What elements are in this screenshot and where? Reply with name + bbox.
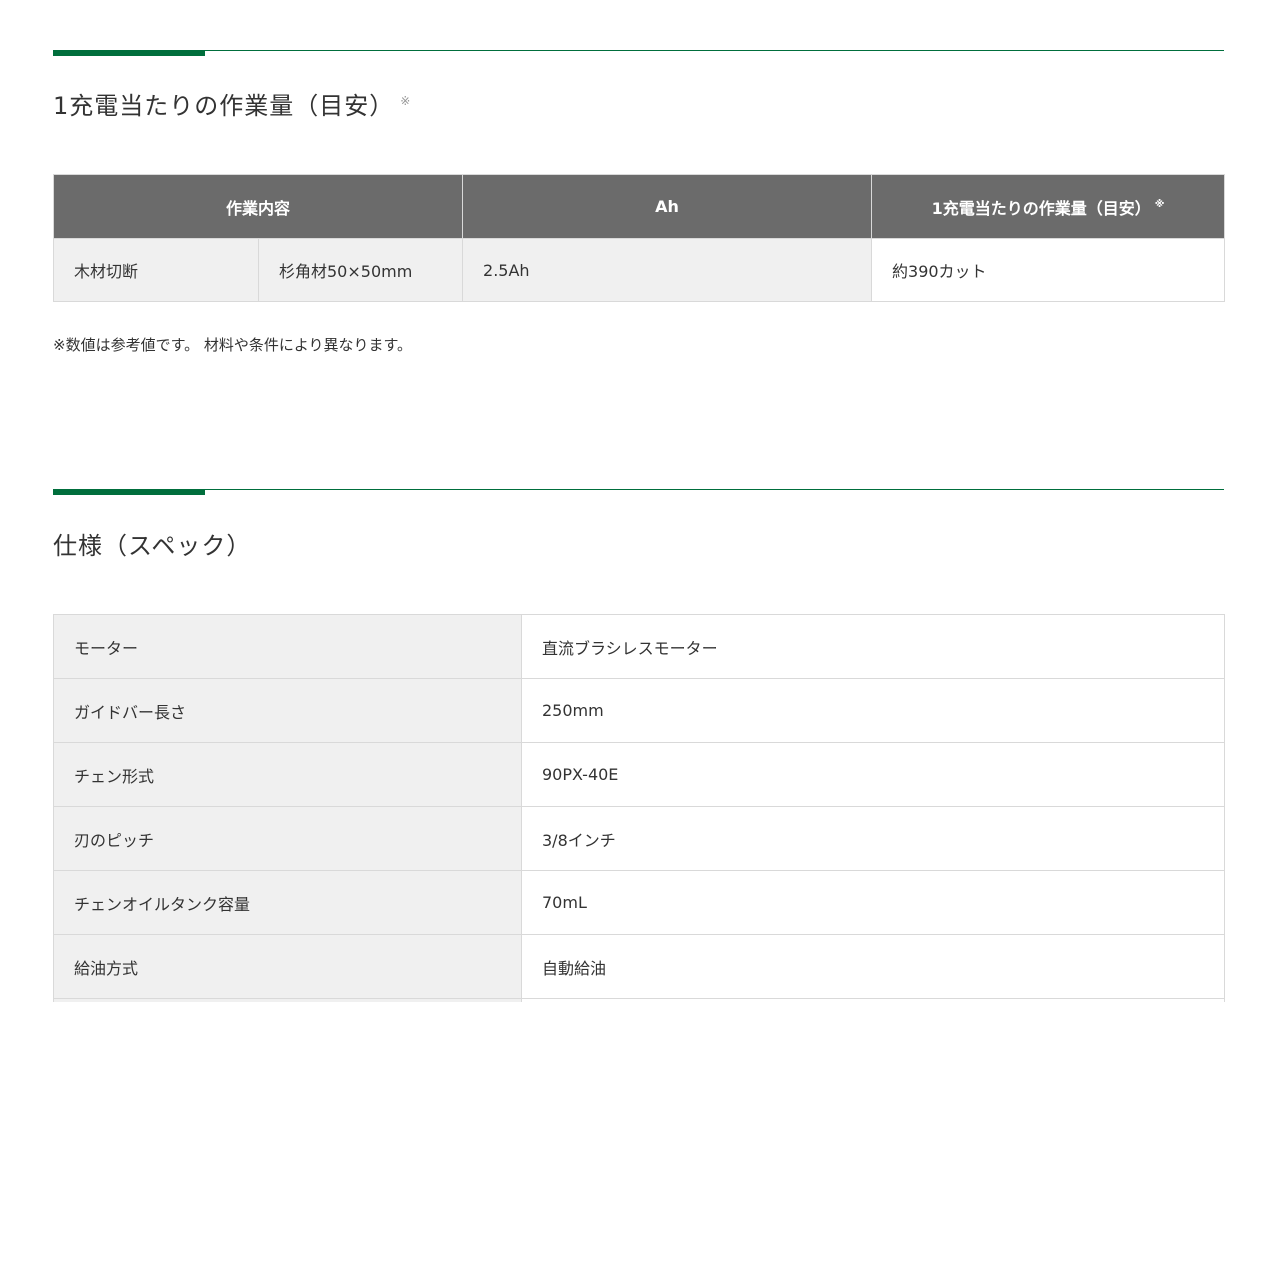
- work-amount-section: 1充電当たりの作業量（目安） ※: [53, 50, 1224, 121]
- table-row-cut: [53, 998, 1225, 1002]
- section-divider: [53, 50, 1224, 56]
- spec-table-wrap: モーター 直流ブラシレスモーター ガイドバー長さ 250mm チェン形式 90P…: [53, 614, 1225, 1002]
- cell-amount: 約390カット: [871, 238, 1226, 302]
- spec-label-empty: [53, 998, 522, 1002]
- section-divider: [53, 489, 1224, 495]
- spec-value: 90PX-40E: [521, 742, 1225, 807]
- divider-line: [53, 50, 1224, 51]
- spec-label: ガイドバー長さ: [53, 678, 522, 743]
- header-task: 作業内容: [52, 174, 464, 239]
- work-amount-table-wrap: 作業内容 Ah 1充電当たりの作業量（目安） ※ 木材切断 杉角材50×50mm …: [52, 174, 1226, 302]
- spec-title: 仕様（スペック）: [53, 532, 252, 560]
- cell-material: 杉角材50×50mm: [257, 238, 464, 302]
- spec-value: 250mm: [521, 678, 1225, 743]
- work-amount-title-mark: ※: [400, 94, 412, 108]
- spec-label: チェンオイルタンク容量: [53, 870, 522, 935]
- divider-accent: [53, 50, 205, 56]
- spec-value-empty: [521, 998, 1225, 1002]
- divider-line: [53, 489, 1224, 490]
- header-amount-mark: ※: [1154, 199, 1165, 211]
- work-amount-title-text: 1充電当たりの作業量（目安）: [53, 92, 395, 120]
- spec-value: 自動給油: [521, 934, 1225, 999]
- footnote: ※数値は参考値です。 材料や条件により異なります。: [53, 336, 413, 354]
- cell-task: 木材切断: [53, 238, 259, 302]
- spec-label: 給油方式: [53, 934, 522, 999]
- table-row: 給油方式 自動給油: [53, 934, 1225, 999]
- spec-value: 70mL: [521, 870, 1225, 935]
- spec-label: モーター: [53, 614, 522, 679]
- divider-accent: [53, 489, 205, 495]
- table-row: 木材切断 杉角材50×50mm 2.5Ah 約390カット: [53, 238, 1226, 302]
- cell-ah: 2.5Ah: [462, 238, 873, 302]
- work-amount-title: 1充電当たりの作業量（目安） ※: [53, 86, 1224, 121]
- spec-label: 刃のピッチ: [53, 806, 522, 871]
- table-row: モーター 直流ブラシレスモーター: [53, 614, 1225, 679]
- table-header-row: 作業内容 Ah 1充電当たりの作業量（目安） ※: [52, 174, 1226, 239]
- table-row: チェン形式 90PX-40E: [53, 742, 1225, 807]
- table-row: チェンオイルタンク容量 70mL: [53, 870, 1225, 935]
- spec-label: チェン形式: [53, 742, 522, 807]
- table-row: 刃のピッチ 3/8インチ: [53, 806, 1225, 871]
- header-amount: 1充電当たりの作業量（目安） ※: [871, 174, 1226, 239]
- header-ah: Ah: [462, 174, 873, 239]
- header-amount-text: 1充電当たりの作業量（目安）: [931, 198, 1151, 218]
- spec-value: 3/8インチ: [521, 806, 1225, 871]
- spec-section: 仕様（スペック）: [53, 489, 1224, 561]
- spec-value: 直流ブラシレスモーター: [521, 614, 1225, 679]
- table-row: ガイドバー長さ 250mm: [53, 678, 1225, 743]
- spec-table: モーター 直流ブラシレスモーター ガイドバー長さ 250mm チェン形式 90P…: [53, 614, 1225, 1002]
- work-amount-table: 作業内容 Ah 1充電当たりの作業量（目安） ※ 木材切断 杉角材50×50mm …: [52, 174, 1226, 302]
